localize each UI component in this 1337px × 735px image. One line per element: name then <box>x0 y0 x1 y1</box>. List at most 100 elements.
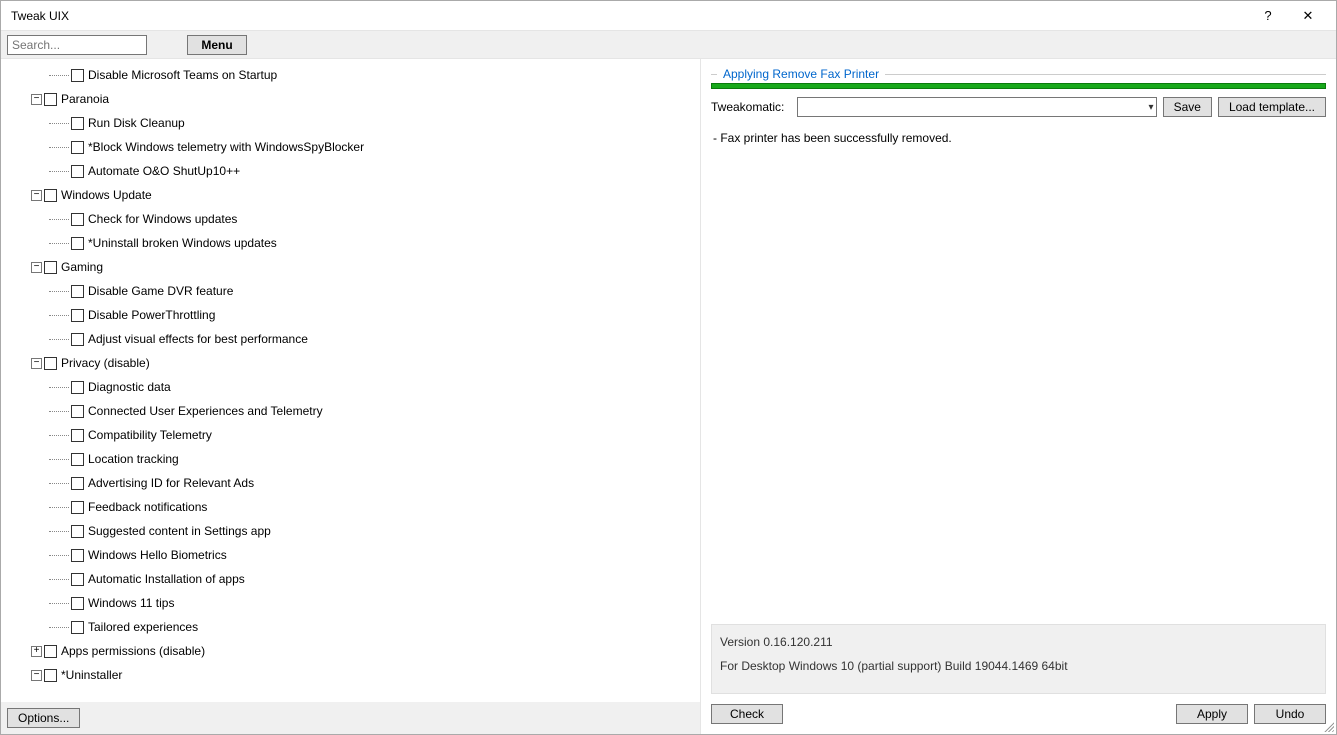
tree-label: Location tracking <box>88 452 179 466</box>
tree-node[interactable]: Connected User Experiences and Telemetry <box>3 399 700 423</box>
tree-node[interactable]: Disable Game DVR feature <box>3 279 700 303</box>
chevron-down-icon: ▾ <box>1149 102 1154 113</box>
checkbox[interactable] <box>44 261 57 274</box>
checkbox[interactable] <box>44 189 57 202</box>
options-button[interactable]: Options... <box>7 708 80 728</box>
tree-label: Windows 11 tips <box>88 596 174 610</box>
checkbox[interactable] <box>71 381 84 394</box>
tree-label: Diagnostic data <box>88 380 171 394</box>
right-footer: Check Apply Undo <box>701 700 1336 734</box>
checkbox[interactable] <box>44 93 57 106</box>
window-title: Tweak UIX <box>9 9 1248 23</box>
checkbox[interactable] <box>71 573 84 586</box>
collapse-icon[interactable]: − <box>31 262 42 273</box>
tree-label: Disable Game DVR feature <box>88 284 233 298</box>
tree-label: Paranoia <box>61 92 109 106</box>
tree-node[interactable]: − Windows Update <box>3 183 700 207</box>
tree-node[interactable]: −Gaming <box>3 255 700 279</box>
left-panel: Disable Microsoft Teams on Startup − Paran… <box>1 59 701 734</box>
checkbox[interactable] <box>71 453 84 466</box>
tree-label: Connected User Experiences and Telemetry <box>88 404 323 418</box>
checkbox[interactable] <box>71 141 84 154</box>
log-line: - Fax printer has been successfully remo… <box>713 131 1324 145</box>
log-area: - Fax printer has been successfully remo… <box>711 127 1326 618</box>
resize-grip[interactable] <box>1322 720 1334 732</box>
os-text: For Desktop Windows 10 (partial support)… <box>720 659 1317 673</box>
tree-node[interactable]: Automatic Installation of apps <box>3 567 700 591</box>
tweakomatic-combo[interactable]: ▾ <box>797 97 1157 117</box>
checkbox[interactable] <box>71 477 84 490</box>
checkbox[interactable] <box>71 621 84 634</box>
apply-button[interactable]: Apply <box>1176 704 1248 724</box>
checkbox[interactable] <box>71 597 84 610</box>
checkbox[interactable] <box>71 285 84 298</box>
checkbox[interactable] <box>71 213 84 226</box>
collapse-icon[interactable]: − <box>31 94 42 105</box>
save-button[interactable]: Save <box>1163 97 1212 117</box>
tree-node[interactable]: Advertising ID for Relevant Ads <box>3 471 700 495</box>
checkbox[interactable] <box>71 117 84 130</box>
tree-node[interactable]: Location tracking <box>3 447 700 471</box>
tree-node[interactable]: *Uninstall broken Windows updates <box>3 231 700 255</box>
checkbox[interactable] <box>44 669 57 682</box>
tree-node[interactable]: Disable PowerThrottling <box>3 303 700 327</box>
progress-bar <box>711 83 1326 89</box>
tree-node[interactable]: Check for Windows updates <box>3 207 700 231</box>
undo-button[interactable]: Undo <box>1254 704 1326 724</box>
tree-node[interactable]: −*Uninstaller <box>3 663 700 687</box>
collapse-icon[interactable]: − <box>31 670 42 681</box>
collapse-icon[interactable]: − <box>31 190 42 201</box>
info-box: Version 0.16.120.211 For Desktop Windows… <box>711 624 1326 694</box>
tree-node[interactable]: − Privacy (disable) <box>3 351 700 375</box>
checkbox[interactable] <box>44 357 57 370</box>
checkbox[interactable] <box>71 165 84 178</box>
tree-label: Disable Microsoft Teams on Startup <box>88 68 277 82</box>
tree-node[interactable]: Tailored experiences <box>3 615 700 639</box>
tree-label: *Block Windows telemetry with WindowsSpy… <box>88 140 364 154</box>
tree-node[interactable]: Run Disk Cleanup <box>3 111 700 135</box>
close-button[interactable]: ✕ <box>1288 8 1328 24</box>
tweak-tree[interactable]: Disable Microsoft Teams on Startup − Paran… <box>1 59 700 702</box>
tree-label: Disable PowerThrottling <box>88 308 215 322</box>
tree-node[interactable]: − Paranoia <box>3 87 700 111</box>
help-button[interactable]: ? <box>1248 8 1288 23</box>
tree-node[interactable]: Compatibility Telemetry <box>3 423 700 447</box>
tweakomatic-row: Tweakomatic: ▾ Save Load template... <box>711 97 1326 117</box>
tree-label: Suggested content in Settings app <box>88 524 271 538</box>
tree-node[interactable]: Suggested content in Settings app <box>3 519 700 543</box>
tree-node[interactable]: Windows 11 tips <box>3 591 700 615</box>
tree-node[interactable]: Feedback notifications <box>3 495 700 519</box>
checkbox[interactable] <box>71 309 84 322</box>
checkbox[interactable] <box>71 69 84 82</box>
tree-node[interactable]: Disable Microsoft Teams on Startup <box>3 63 700 87</box>
toolbar: Menu <box>1 31 1336 59</box>
checkbox[interactable] <box>71 549 84 562</box>
menu-button[interactable]: Menu <box>187 35 247 55</box>
group-title: Applying Remove Fax Printer <box>723 67 879 81</box>
tree-node[interactable]: Adjust visual effects for best performan… <box>3 327 700 351</box>
checkbox[interactable] <box>71 237 84 250</box>
tree-label: Privacy (disable) <box>61 356 150 370</box>
tree-node[interactable]: Automate O&O ShutUp10++ <box>3 159 700 183</box>
right-panel: Applying Remove Fax Printer Tweakomatic:… <box>701 59 1336 734</box>
tree-node[interactable]: Windows Hello Biometrics <box>3 543 700 567</box>
app-window: Tweak UIX ? ✕ Menu Disable Microsoft Tea… <box>0 0 1337 735</box>
checkbox[interactable] <box>71 525 84 538</box>
load-template-button[interactable]: Load template... <box>1218 97 1326 117</box>
tree-label: Advertising ID for Relevant Ads <box>88 476 254 490</box>
search-input[interactable] <box>7 35 147 55</box>
checkbox[interactable] <box>71 501 84 514</box>
checkbox[interactable] <box>44 645 57 658</box>
expand-icon[interactable]: + <box>31 646 42 657</box>
check-button[interactable]: Check <box>711 704 783 724</box>
collapse-icon[interactable]: − <box>31 358 42 369</box>
checkbox[interactable] <box>71 333 84 346</box>
tree-node[interactable]: +Apps permissions (disable) <box>3 639 700 663</box>
tree-node[interactable]: *Block Windows telemetry with WindowsSpy… <box>3 135 700 159</box>
tree-label: Feedback notifications <box>88 500 207 514</box>
tree-node[interactable]: Diagnostic data <box>3 375 700 399</box>
tree-label: Windows Hello Biometrics <box>88 548 227 562</box>
tree-label: Windows Update <box>61 188 152 202</box>
checkbox[interactable] <box>71 405 84 418</box>
checkbox[interactable] <box>71 429 84 442</box>
